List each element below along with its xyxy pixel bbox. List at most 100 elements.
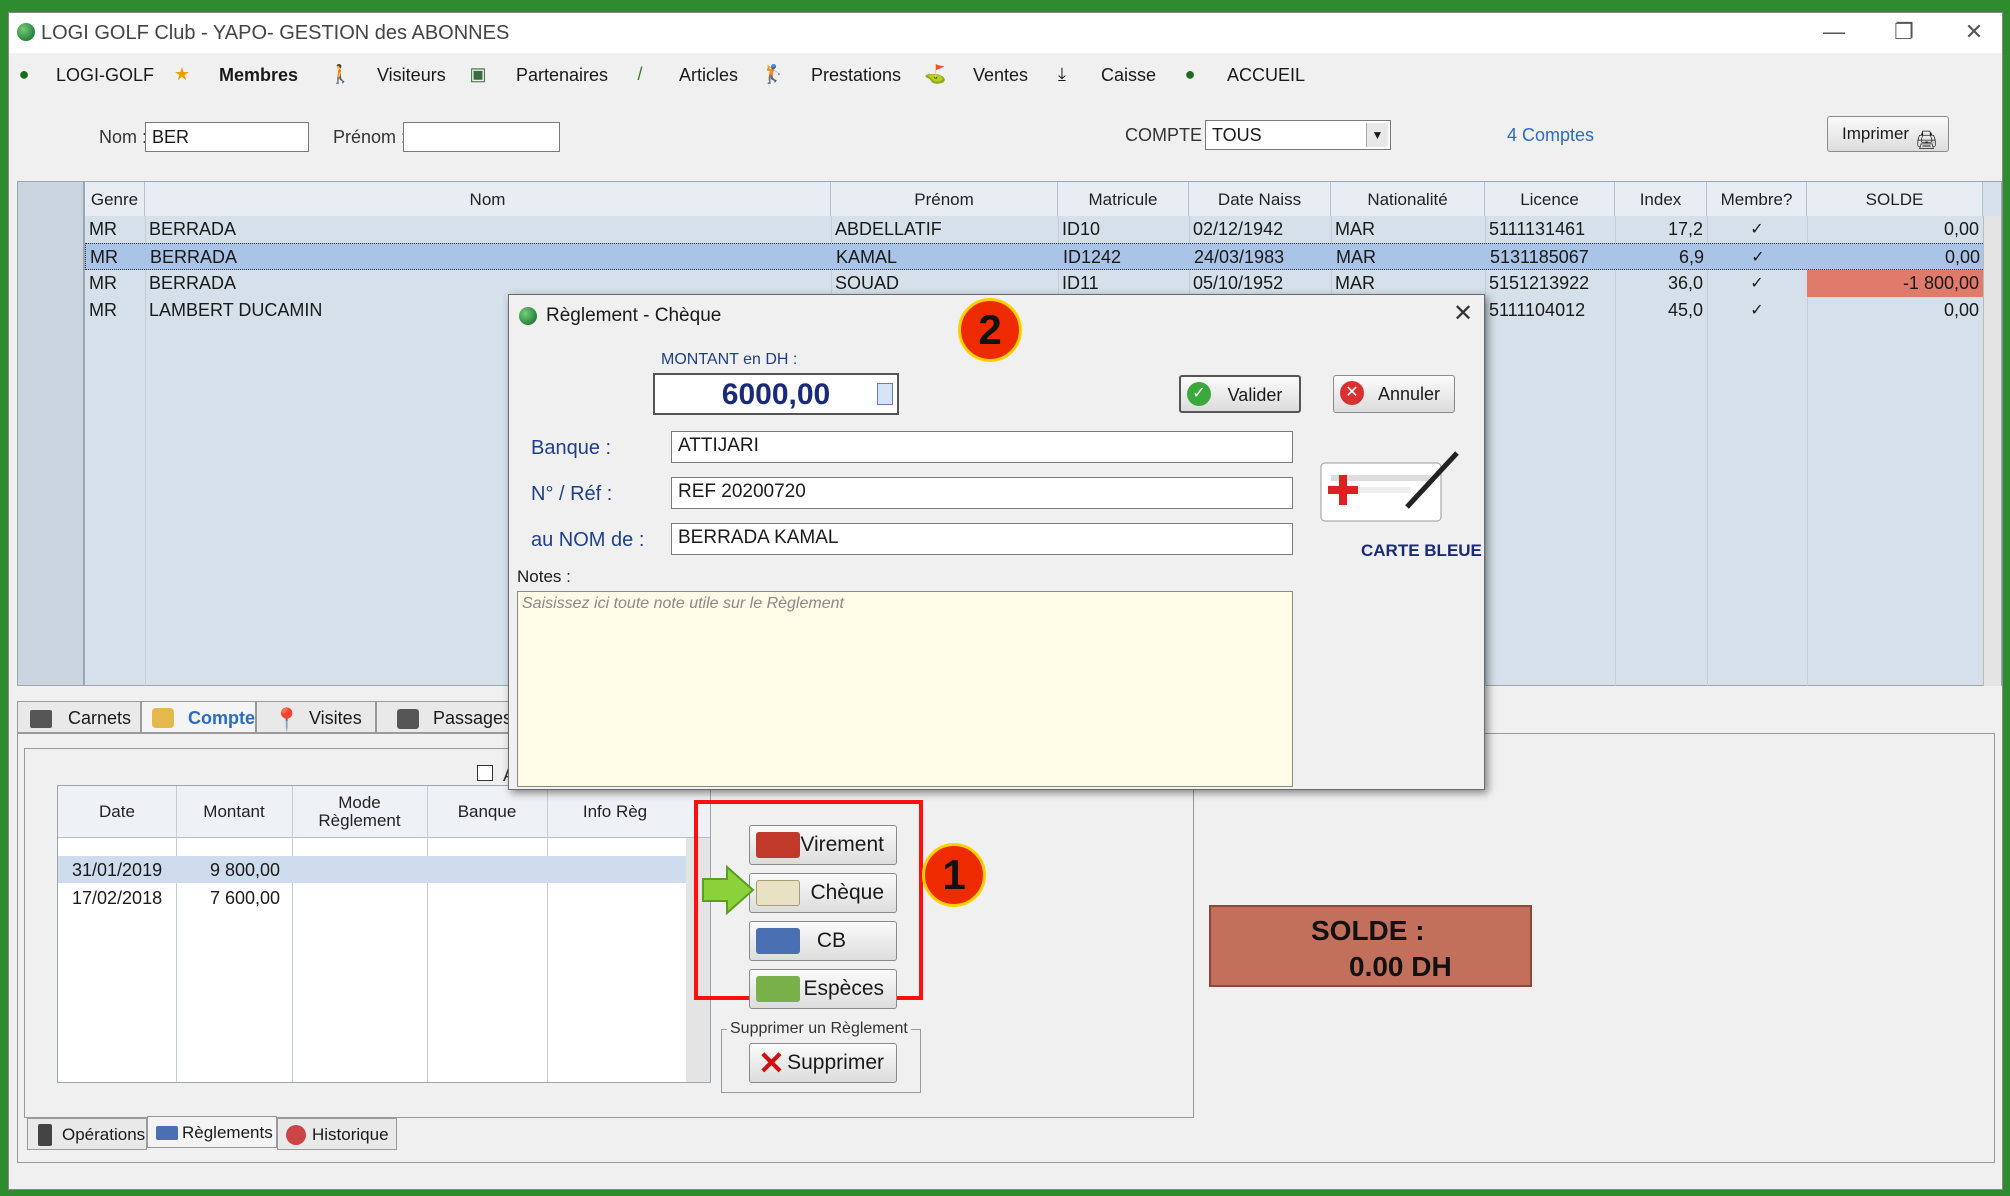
cell-nationalite: MAR <box>1335 219 1375 239</box>
especes-button[interactable]: Espèces <box>749 969 897 1009</box>
chevron-down-icon[interactable]: ▼ <box>1366 123 1388 147</box>
valider-button[interactable]: ✓ Valider <box>1179 375 1301 413</box>
montant-label: MONTANT en DH : <box>661 351 798 368</box>
menu-accueil[interactable]: ACCUEIL <box>1227 61 1305 89</box>
tab-reglements[interactable]: Règlements <box>147 1116 277 1148</box>
close-button[interactable]: ✕ <box>1954 17 1994 49</box>
transfer-icon <box>756 832 800 858</box>
nom-input[interactable]: BER <box>145 122 309 152</box>
menu-visiteurs[interactable]: Visiteurs <box>377 61 446 89</box>
cell-membre: ✓ <box>1750 221 1764 238</box>
nom-label: au NOM de : <box>531 529 645 551</box>
header-nom[interactable]: Nom <box>145 182 831 216</box>
notes-textarea[interactable]: Saisissez ici toute note utile sur le Rè… <box>517 591 1293 787</box>
tab-carnets[interactable]: Carnets <box>17 701 141 733</box>
table-row[interactable]: MR BERRADA ABDELLATIF ID10 02/12/1942 MAR 5111… <box>85 216 1985 243</box>
header-solde[interactable]: SOLDE <box>1807 182 1983 216</box>
btn-label: Espèces <box>803 977 884 1000</box>
close-icon[interactable]: ✕ <box>1453 299 1473 328</box>
cell-licence: 5131185067 <box>1490 247 1589 267</box>
tab-historique[interactable]: Historique <box>277 1118 397 1150</box>
cell-prenom: ABDELLATIF <box>835 219 942 239</box>
cell-membre: ✓ <box>1751 249 1765 266</box>
home-ball-icon: ● <box>1184 64 1196 84</box>
menu-prestations[interactable]: Prestations <box>811 61 901 89</box>
btn-label: Valider <box>1227 385 1283 405</box>
tab-passages[interactable]: Passages <box>376 701 526 733</box>
delete-group-label: Supprimer un Règlement <box>727 1020 911 1038</box>
carte-bleue-icon <box>1320 451 1459 522</box>
cell-index: 6,9 <box>1678 247 1704 267</box>
menu-logi-golf[interactable]: LOGI-GOLF <box>56 61 154 89</box>
tab-compte[interactable]: Compte <box>141 701 256 733</box>
cell-nationalite: MAR <box>1336 247 1376 267</box>
pay-montant: 7 600,00 <box>210 888 281 908</box>
printer-icon: 🖨 <box>1915 130 1938 150</box>
ref-label: N° / Réf : <box>531 483 613 505</box>
annuler-button[interactable]: ✕ Annuler <box>1333 375 1455 413</box>
cell-index: 45,0 <box>1667 300 1703 320</box>
cell-nom: BERRADA <box>149 219 237 239</box>
club-icon: / <box>637 64 643 84</box>
title-bar: LOGI GOLF Club - YAPO- GESTION des ABONN… <box>9 13 2002 53</box>
menu-articles[interactable]: Articles <box>679 61 738 89</box>
nom-input[interactable]: BERRADA KAMAL <box>671 523 1293 555</box>
menu-ventes[interactable]: Ventes <box>973 61 1028 89</box>
montant-input[interactable]: 6000,00 <box>653 373 899 415</box>
walker-icon: 🚶 <box>329 64 352 84</box>
prenom-input[interactable] <box>403 122 560 152</box>
menu-caisse[interactable]: Caisse <box>1101 61 1156 89</box>
pay-header-banque[interactable]: Banque <box>427 786 547 836</box>
table-row[interactable]: MR BERRADA SOUAD ID11 05/10/1952 MAR 515121392… <box>85 270 1985 297</box>
cell-nom: BERRADA <box>149 273 237 293</box>
table-row[interactable]: 31/01/2019 9 800,00 <box>58 856 686 883</box>
table-scrollbar[interactable] <box>1983 216 2001 686</box>
tab-visites[interactable]: 📍 Visites <box>256 701 376 733</box>
minimize-button[interactable]: — <box>1814 17 1854 49</box>
filter-checkbox[interactable] <box>477 765 493 781</box>
pay-header-montant[interactable]: Montant <box>176 786 292 836</box>
header-genre[interactable]: Genre <box>85 182 145 216</box>
header-licence[interactable]: Licence <box>1485 182 1615 216</box>
header-nationalite[interactable]: Nationalité <box>1331 182 1485 216</box>
pay-header-mode[interactable]: Mode Règlement <box>292 786 427 836</box>
table-row[interactable]: 17/02/2018 7 600,00 <box>58 884 686 911</box>
cell-index: 17,2 <box>1667 219 1703 239</box>
tab-operations[interactable]: Opérations <box>27 1118 147 1150</box>
cell-date-naiss: 02/12/1942 <box>1193 219 1284 239</box>
compte-select[interactable]: TOUS ▼ <box>1205 120 1391 150</box>
map-pin-icon: 📍 <box>273 707 301 732</box>
print-button[interactable]: Imprimer 🖨 <box>1827 116 1949 152</box>
delete-x-icon: ✕ <box>758 1045 785 1081</box>
menu-membres[interactable]: Membres <box>219 61 298 89</box>
download-icon: ⤓ <box>1058 64 1066 84</box>
virement-button[interactable]: Virement <box>749 825 897 865</box>
partner-icon: ▣ <box>469 64 487 84</box>
pay-header-info[interactable]: Info Règ <box>547 786 683 836</box>
calculator-icon[interactable] <box>877 383 893 405</box>
tab-label: Historique <box>312 1125 389 1144</box>
grid-row-selector <box>17 181 84 686</box>
cb-button[interactable]: CB <box>749 921 897 961</box>
header-matricule[interactable]: Matricule <box>1058 182 1189 216</box>
ref-input[interactable]: REF 20200720 <box>671 477 1293 509</box>
golf-ball-icon: ● <box>18 64 30 84</box>
supprimer-button[interactable]: ✕ Supprimer <box>749 1043 897 1083</box>
cheque-button[interactable]: Chèque <box>749 873 897 913</box>
header-date-naiss[interactable]: Date Naiss <box>1189 182 1331 216</box>
restore-button[interactable]: ❐ <box>1884 17 1924 49</box>
pay-header-date[interactable]: Date <box>58 786 176 836</box>
table-row[interactable]: MR BERRADA KAMAL ID1242 24/03/1983 MAR 5131185… <box>85 243 1985 270</box>
cell-membre: ✓ <box>1750 275 1764 292</box>
cell-matricule: ID10 <box>1062 219 1101 239</box>
tab-label: Opérations <box>62 1125 146 1144</box>
header-prenom[interactable]: Prénom <box>831 182 1058 216</box>
btn-label: Virement <box>800 833 884 856</box>
header-index[interactable]: Index <box>1615 182 1707 216</box>
menu-partenaires[interactable]: Partenaires <box>516 61 608 89</box>
cell-index: 36,0 <box>1667 273 1703 293</box>
history-icon <box>286 1125 306 1145</box>
banque-input[interactable]: ATTIJARI <box>671 431 1293 463</box>
header-membre[interactable]: Membre? <box>1707 182 1807 216</box>
cash-icon <box>756 976 800 1002</box>
